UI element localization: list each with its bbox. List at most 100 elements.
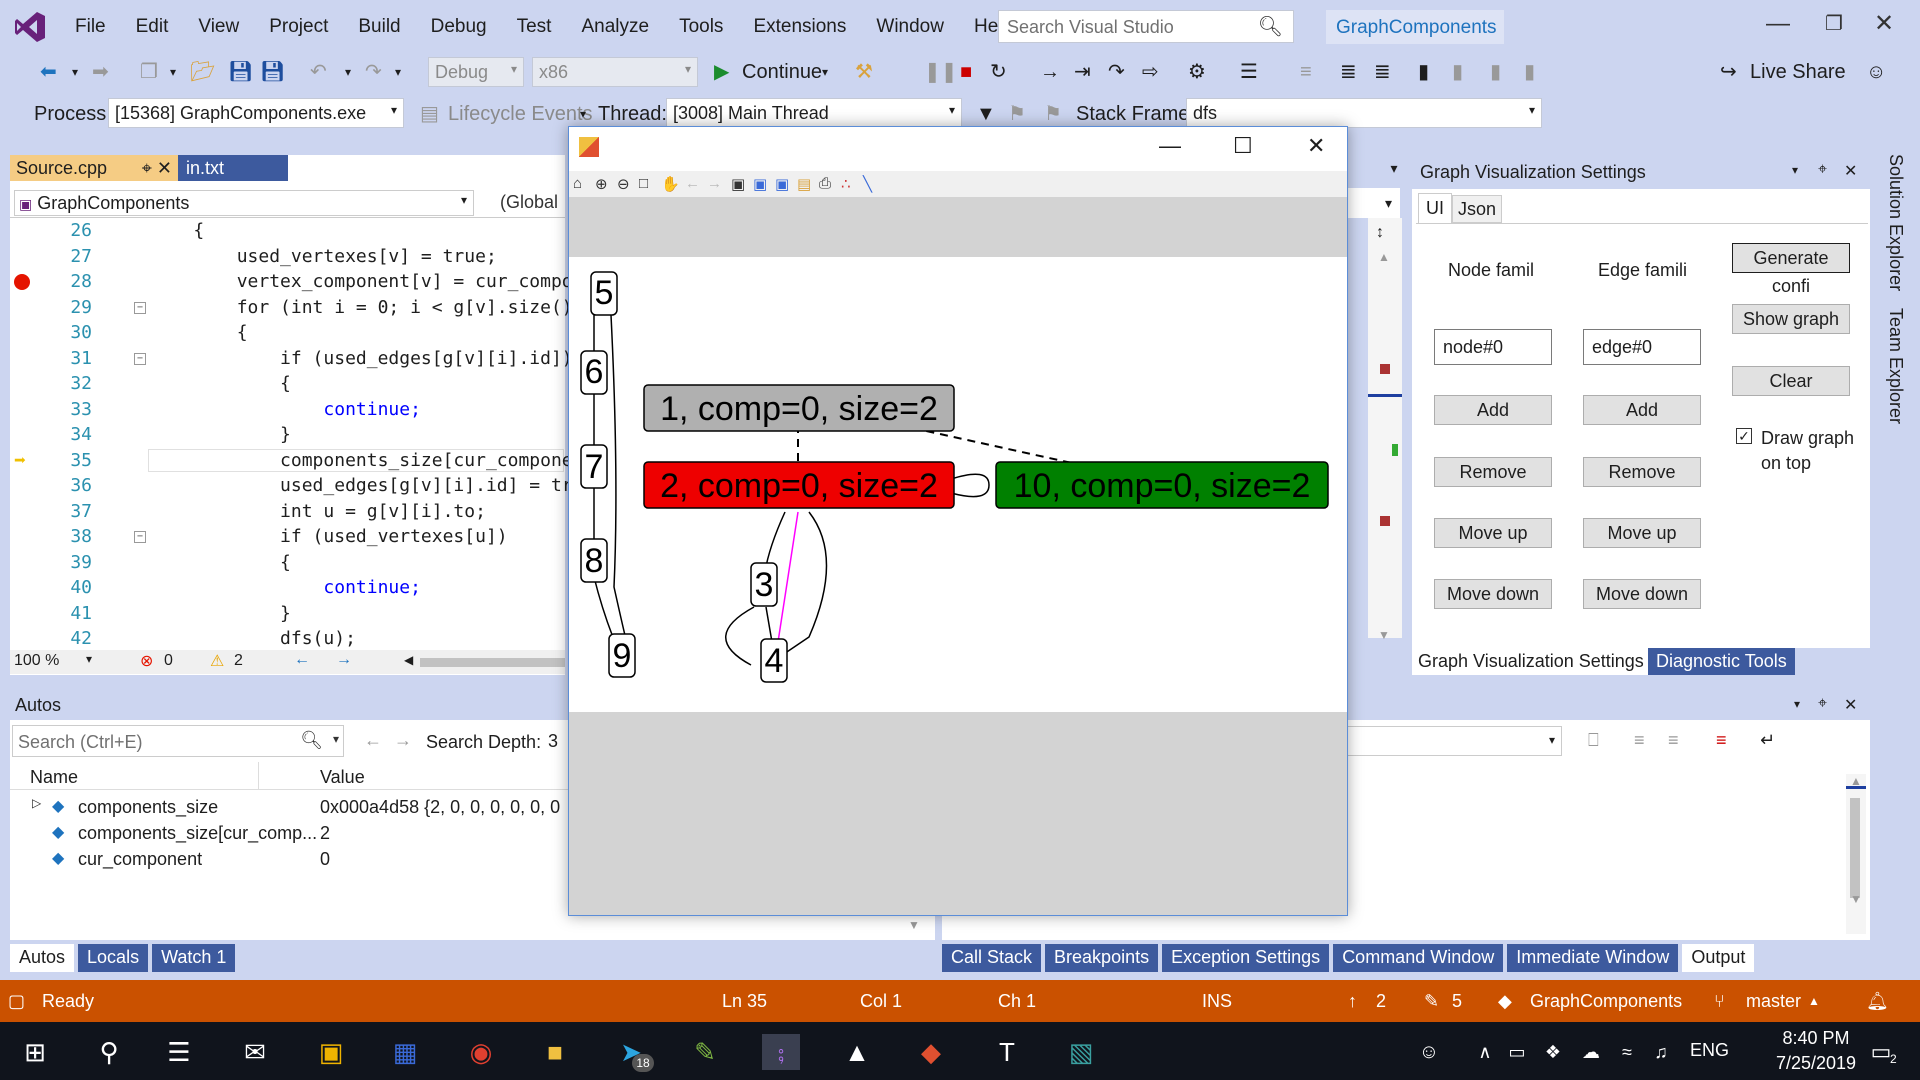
- edge-family-field[interactable]: edge#0: [1583, 329, 1701, 365]
- start-windows-icon[interactable]: ⊞: [16, 1034, 54, 1070]
- remove-node-button[interactable]: Remove: [1434, 457, 1552, 487]
- move-up-node-button[interactable]: Move up: [1434, 518, 1552, 548]
- autos-search-input[interactable]: Search (Ctrl+E) 🔍︎ ▾: [12, 725, 344, 757]
- search-dropdown-icon[interactable]: ▾: [333, 732, 339, 746]
- back-icon[interactable]: ←: [685, 175, 700, 192]
- column-divider[interactable]: [258, 762, 259, 790]
- continue-button[interactable]: Continue: [742, 59, 822, 85]
- clock-date[interactable]: 7/25/2019: [1766, 1053, 1866, 1074]
- draw-on-top-checkbox[interactable]: ✓: [1736, 428, 1752, 444]
- horizontal-scroll-thumb[interactable]: [420, 658, 565, 667]
- dropbox-icon[interactable]: ❖: [1534, 1034, 1572, 1070]
- new-project-icon[interactable]: ❐: [140, 59, 158, 85]
- forward-icon[interactable]: ➡︎: [92, 59, 109, 85]
- platform-combo[interactable]: x86 ▾: [532, 57, 698, 87]
- redo-icon[interactable]: ↷: [365, 59, 382, 85]
- menu-file[interactable]: File: [60, 16, 121, 38]
- task-view-icon[interactable]: ☰: [160, 1034, 198, 1070]
- code-area[interactable]: 26 { 27 used_vertexes[v] = true; 28 vert…: [10, 218, 605, 649]
- search-depth-value[interactable]: 3: [546, 726, 566, 756]
- zoom-out-icon[interactable]: ⊖: [617, 175, 630, 193]
- calendar-app-icon[interactable]: ▦: [386, 1034, 424, 1070]
- pin-icon[interactable]: ⌖: [1818, 161, 1827, 179]
- tab-source-cpp[interactable]: Source.cpp ⌖ ✕: [10, 155, 178, 181]
- move-down-node-button[interactable]: Move down: [1434, 579, 1552, 609]
- menu-view[interactable]: View: [183, 16, 254, 38]
- clear-button[interactable]: Clear: [1732, 366, 1850, 396]
- editor-vertical-scrollbar[interactable]: ↕ ▲ ▼: [1368, 218, 1402, 642]
- add-edge-button[interactable]: Add: [1583, 395, 1701, 425]
- process-icon[interactable]: ⚒: [855, 59, 873, 85]
- config-combo[interactable]: Debug ▾: [428, 57, 524, 87]
- language-indicator[interactable]: ENG: [1690, 1040, 1729, 1061]
- print-icon[interactable]: ⎙: [819, 175, 831, 192]
- comment-icon[interactable]: ≡: [1300, 59, 1312, 85]
- global-scope-combo[interactable]: (Global: [480, 190, 570, 216]
- thread-combo[interactable]: [3008] Main Thread ▾: [666, 98, 962, 128]
- search-back-icon[interactable]: ←: [364, 730, 382, 751]
- live-share-button[interactable]: Live Share: [1750, 59, 1846, 85]
- tab-graph-visualization-settings[interactable]: Graph Visualization Settings: [1412, 648, 1650, 675]
- store-icon[interactable]: ▣: [312, 1034, 350, 1070]
- onedrive-icon[interactable]: ☁: [1572, 1034, 1610, 1070]
- minimize-icon[interactable]: —: [1159, 133, 1181, 159]
- breakpoint-icon[interactable]: [14, 274, 30, 290]
- save-icon[interactable]: 💾︎: [228, 59, 253, 85]
- clear-all-icon[interactable]: ≡: [1716, 730, 1727, 751]
- continue-play-icon[interactable]: ▶: [714, 59, 729, 85]
- autos-row[interactable]: ▷ ◆ components_size 0x000a4d58 {2, 0, 0,…: [10, 794, 570, 820]
- stack-frame-combo[interactable]: dfs ▾: [1186, 98, 1542, 128]
- step-out-icon[interactable]: ⇨: [1142, 59, 1159, 85]
- battery-icon[interactable]: ▭: [1498, 1034, 1536, 1070]
- team-explorer-tab[interactable]: Team Explorer: [1885, 308, 1906, 424]
- up-arrow-icon[interactable]: ↑: [1348, 991, 1357, 1012]
- branch-name[interactable]: master: [1746, 991, 1801, 1012]
- branch-up-icon[interactable]: ▲: [1808, 994, 1820, 1008]
- search-box[interactable]: Search Visual Studio 🔍︎: [998, 10, 1294, 43]
- toggle-icon[interactable]: ☰: [1240, 59, 1258, 85]
- zoom-dropdown-icon[interactable]: ▾: [86, 652, 92, 666]
- home-icon[interactable]: ⌂: [573, 175, 582, 192]
- panel-menu-icon[interactable]: ▾: [1792, 163, 1798, 177]
- indent-icon[interactable]: ≣: [1340, 59, 1357, 85]
- search-icon[interactable]: ⚲: [90, 1034, 128, 1070]
- zoom-in-icon[interactable]: ⊕: [595, 175, 608, 193]
- unpushed-count[interactable]: 2: [1376, 991, 1386, 1012]
- autos-row[interactable]: ◆ components_size[cur_comp... 2: [10, 820, 570, 846]
- tab-autos[interactable]: Autos: [10, 944, 75, 972]
- photos-icon[interactable]: ▲: [838, 1034, 876, 1070]
- pause-icon[interactable]: ❚❚: [924, 59, 958, 85]
- undo-dropdown-icon[interactable]: ▾: [345, 59, 351, 85]
- step-over-icon[interactable]: ↷: [1108, 59, 1125, 85]
- chrome-icon[interactable]: ◉: [462, 1034, 500, 1070]
- close-panel-icon[interactable]: ✕: [1844, 695, 1857, 715]
- show-next-statement-icon[interactable]: →: [1040, 59, 1060, 85]
- zoom-level[interactable]: 100 %: [14, 652, 59, 670]
- move-down-edge-button[interactable]: Move down: [1583, 579, 1701, 609]
- scroll-down-icon[interactable]: ▼: [908, 918, 920, 932]
- outdent-icon[interactable]: ≣: [1374, 59, 1391, 85]
- menu-build[interactable]: Build: [343, 16, 415, 38]
- typora-icon[interactable]: T: [988, 1034, 1026, 1070]
- new-dropdown-icon[interactable]: ▾: [170, 59, 176, 85]
- menu-project[interactable]: Project: [254, 16, 343, 38]
- forward-icon[interactable]: →: [707, 175, 722, 192]
- close-icon[interactable]: ✕: [1307, 133, 1325, 159]
- notepad-plus-icon[interactable]: ✎: [686, 1034, 724, 1070]
- undo-icon[interactable]: ↶: [310, 59, 327, 85]
- graph-drawing-area[interactable]: 5 6 7 8 9 3 4 1, comp=0, size=2 2, comp=…: [569, 257, 1347, 712]
- process-combo[interactable]: [15368] GraphComponents.exe ▾: [108, 98, 404, 128]
- tab-locals[interactable]: Locals: [78, 944, 149, 972]
- back-icon[interactable]: ⬅︎: [40, 59, 57, 85]
- word-wrap-icon[interactable]: ↵: [1760, 730, 1775, 751]
- bookmark-icon[interactable]: ▮: [1418, 59, 1429, 85]
- close-tab-icon[interactable]: ✕: [157, 158, 172, 178]
- layout-icon[interactable]: ∴: [841, 175, 851, 193]
- menu-debug[interactable]: Debug: [416, 16, 502, 38]
- col-value-header[interactable]: Value: [320, 767, 365, 788]
- project-scope-combo[interactable]: ▣ GraphComponents ▾: [14, 190, 474, 216]
- stop-icon[interactable]: ■: [960, 59, 972, 85]
- tab-call-stack[interactable]: Call Stack: [942, 944, 1042, 972]
- minimize-button[interactable]: —: [1754, 4, 1802, 44]
- autos-row[interactable]: ◆ cur_component 0: [10, 846, 570, 872]
